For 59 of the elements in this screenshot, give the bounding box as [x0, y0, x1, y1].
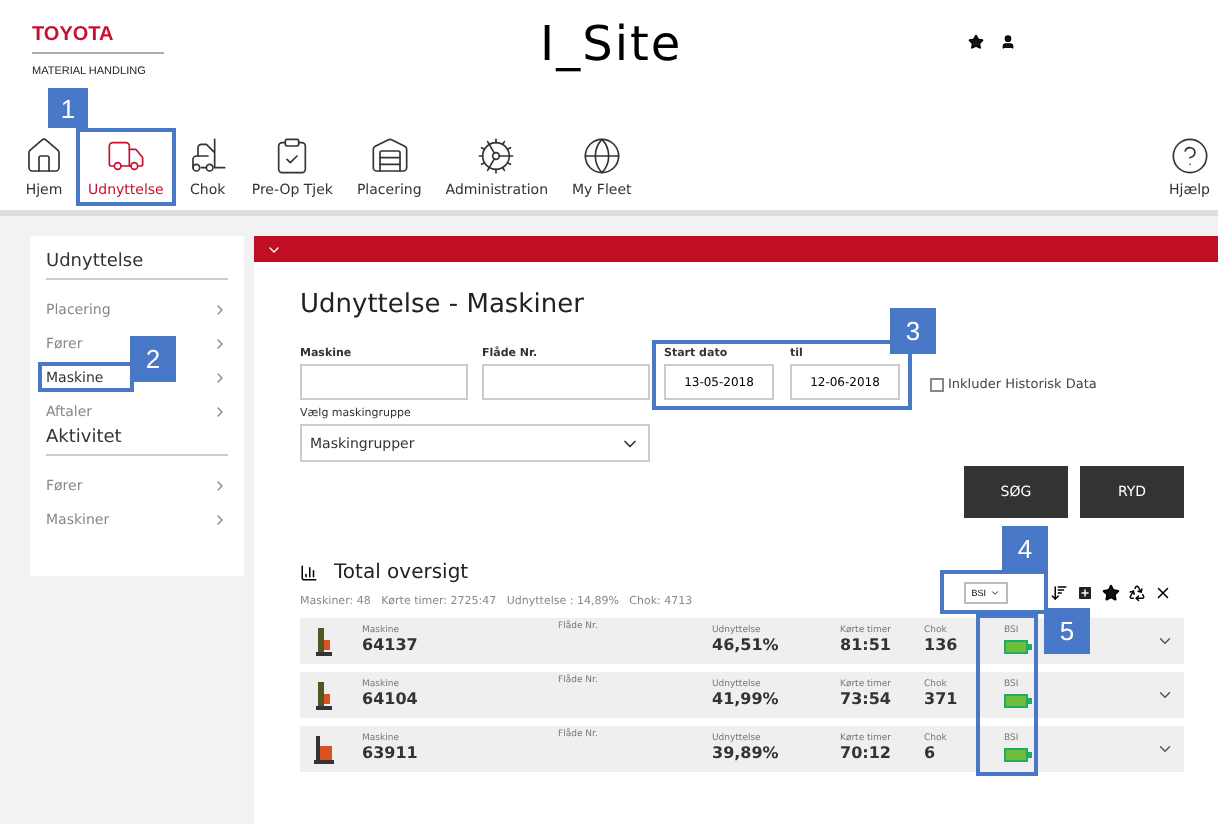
sort-icon[interactable]: [1050, 584, 1068, 602]
star-icon[interactable]: [1102, 584, 1120, 602]
callout-number: 1: [48, 88, 88, 128]
input-field[interactable]: [482, 364, 650, 400]
chevron-icon: [212, 369, 228, 385]
truck-icon: [105, 136, 146, 176]
callout-number: 3: [890, 308, 936, 354]
input-field[interactable]: [300, 364, 468, 400]
table-cell: 64137: [362, 638, 418, 655]
callout-number: 4: [1002, 526, 1048, 572]
table-cell: 371: [924, 692, 958, 709]
chevron-icon: [212, 511, 228, 527]
table-cell: 70:12: [840, 746, 891, 763]
table-cell: 6: [924, 746, 936, 763]
battery-icon: [1004, 640, 1032, 655]
callout-number: 5: [1044, 608, 1090, 654]
callout-frame: [76, 128, 176, 206]
brand-logo: TOYOTA: [32, 24, 164, 54]
table-cell: 63911: [362, 746, 418, 763]
gear-icon: [476, 136, 517, 176]
expand-icon[interactable]: [1156, 686, 1174, 704]
table-cell: 81:51: [840, 638, 891, 655]
chevron-icon: [212, 403, 228, 419]
expand-icon[interactable]: [1156, 632, 1174, 650]
user-icon[interactable]: [1000, 34, 1016, 50]
table-cell: 73:54: [840, 692, 891, 709]
callout-frame: [38, 362, 134, 392]
table-cell: 136: [924, 638, 958, 655]
table-cell: 64104: [362, 692, 418, 709]
table-cell: 39,89%: [712, 746, 779, 763]
sidebar-heading: Udnyttelse: [46, 252, 228, 280]
forklift-icon: [312, 732, 336, 766]
house-icon: [24, 136, 64, 176]
app-title: I_Site: [540, 16, 683, 72]
house-icon: [369, 136, 410, 176]
close-icon[interactable]: [1154, 584, 1172, 602]
forklift-icon: [312, 624, 336, 658]
chevron-icon: [212, 301, 228, 317]
callout-number: 2: [130, 336, 176, 382]
star-icon[interactable]: [968, 34, 984, 50]
table-cell: 41,99%: [712, 692, 779, 709]
section-title: Total oversigt: [334, 562, 469, 584]
refresh-icon[interactable]: [1128, 584, 1146, 602]
forklift-icon: [187, 136, 228, 176]
forklift-icon: [312, 678, 336, 712]
add-icon[interactable]: [1076, 584, 1094, 602]
battery-icon: [1004, 748, 1032, 763]
chevron-icon: [212, 335, 228, 351]
help-icon: [1169, 136, 1210, 176]
expand-icon[interactable]: [1156, 740, 1174, 758]
chevron-icon: [212, 477, 228, 493]
caret-icon: [990, 588, 1000, 598]
battery-icon: [1004, 694, 1032, 709]
chart-icon: [300, 564, 318, 582]
globe-icon: [581, 136, 622, 176]
checkbox[interactable]: [930, 377, 944, 391]
sidebar-heading: Aktivitet: [46, 428, 228, 456]
table-cell: 46,51%: [712, 638, 779, 655]
page-title: Udnyttelse - Maskiner: [300, 290, 586, 320]
